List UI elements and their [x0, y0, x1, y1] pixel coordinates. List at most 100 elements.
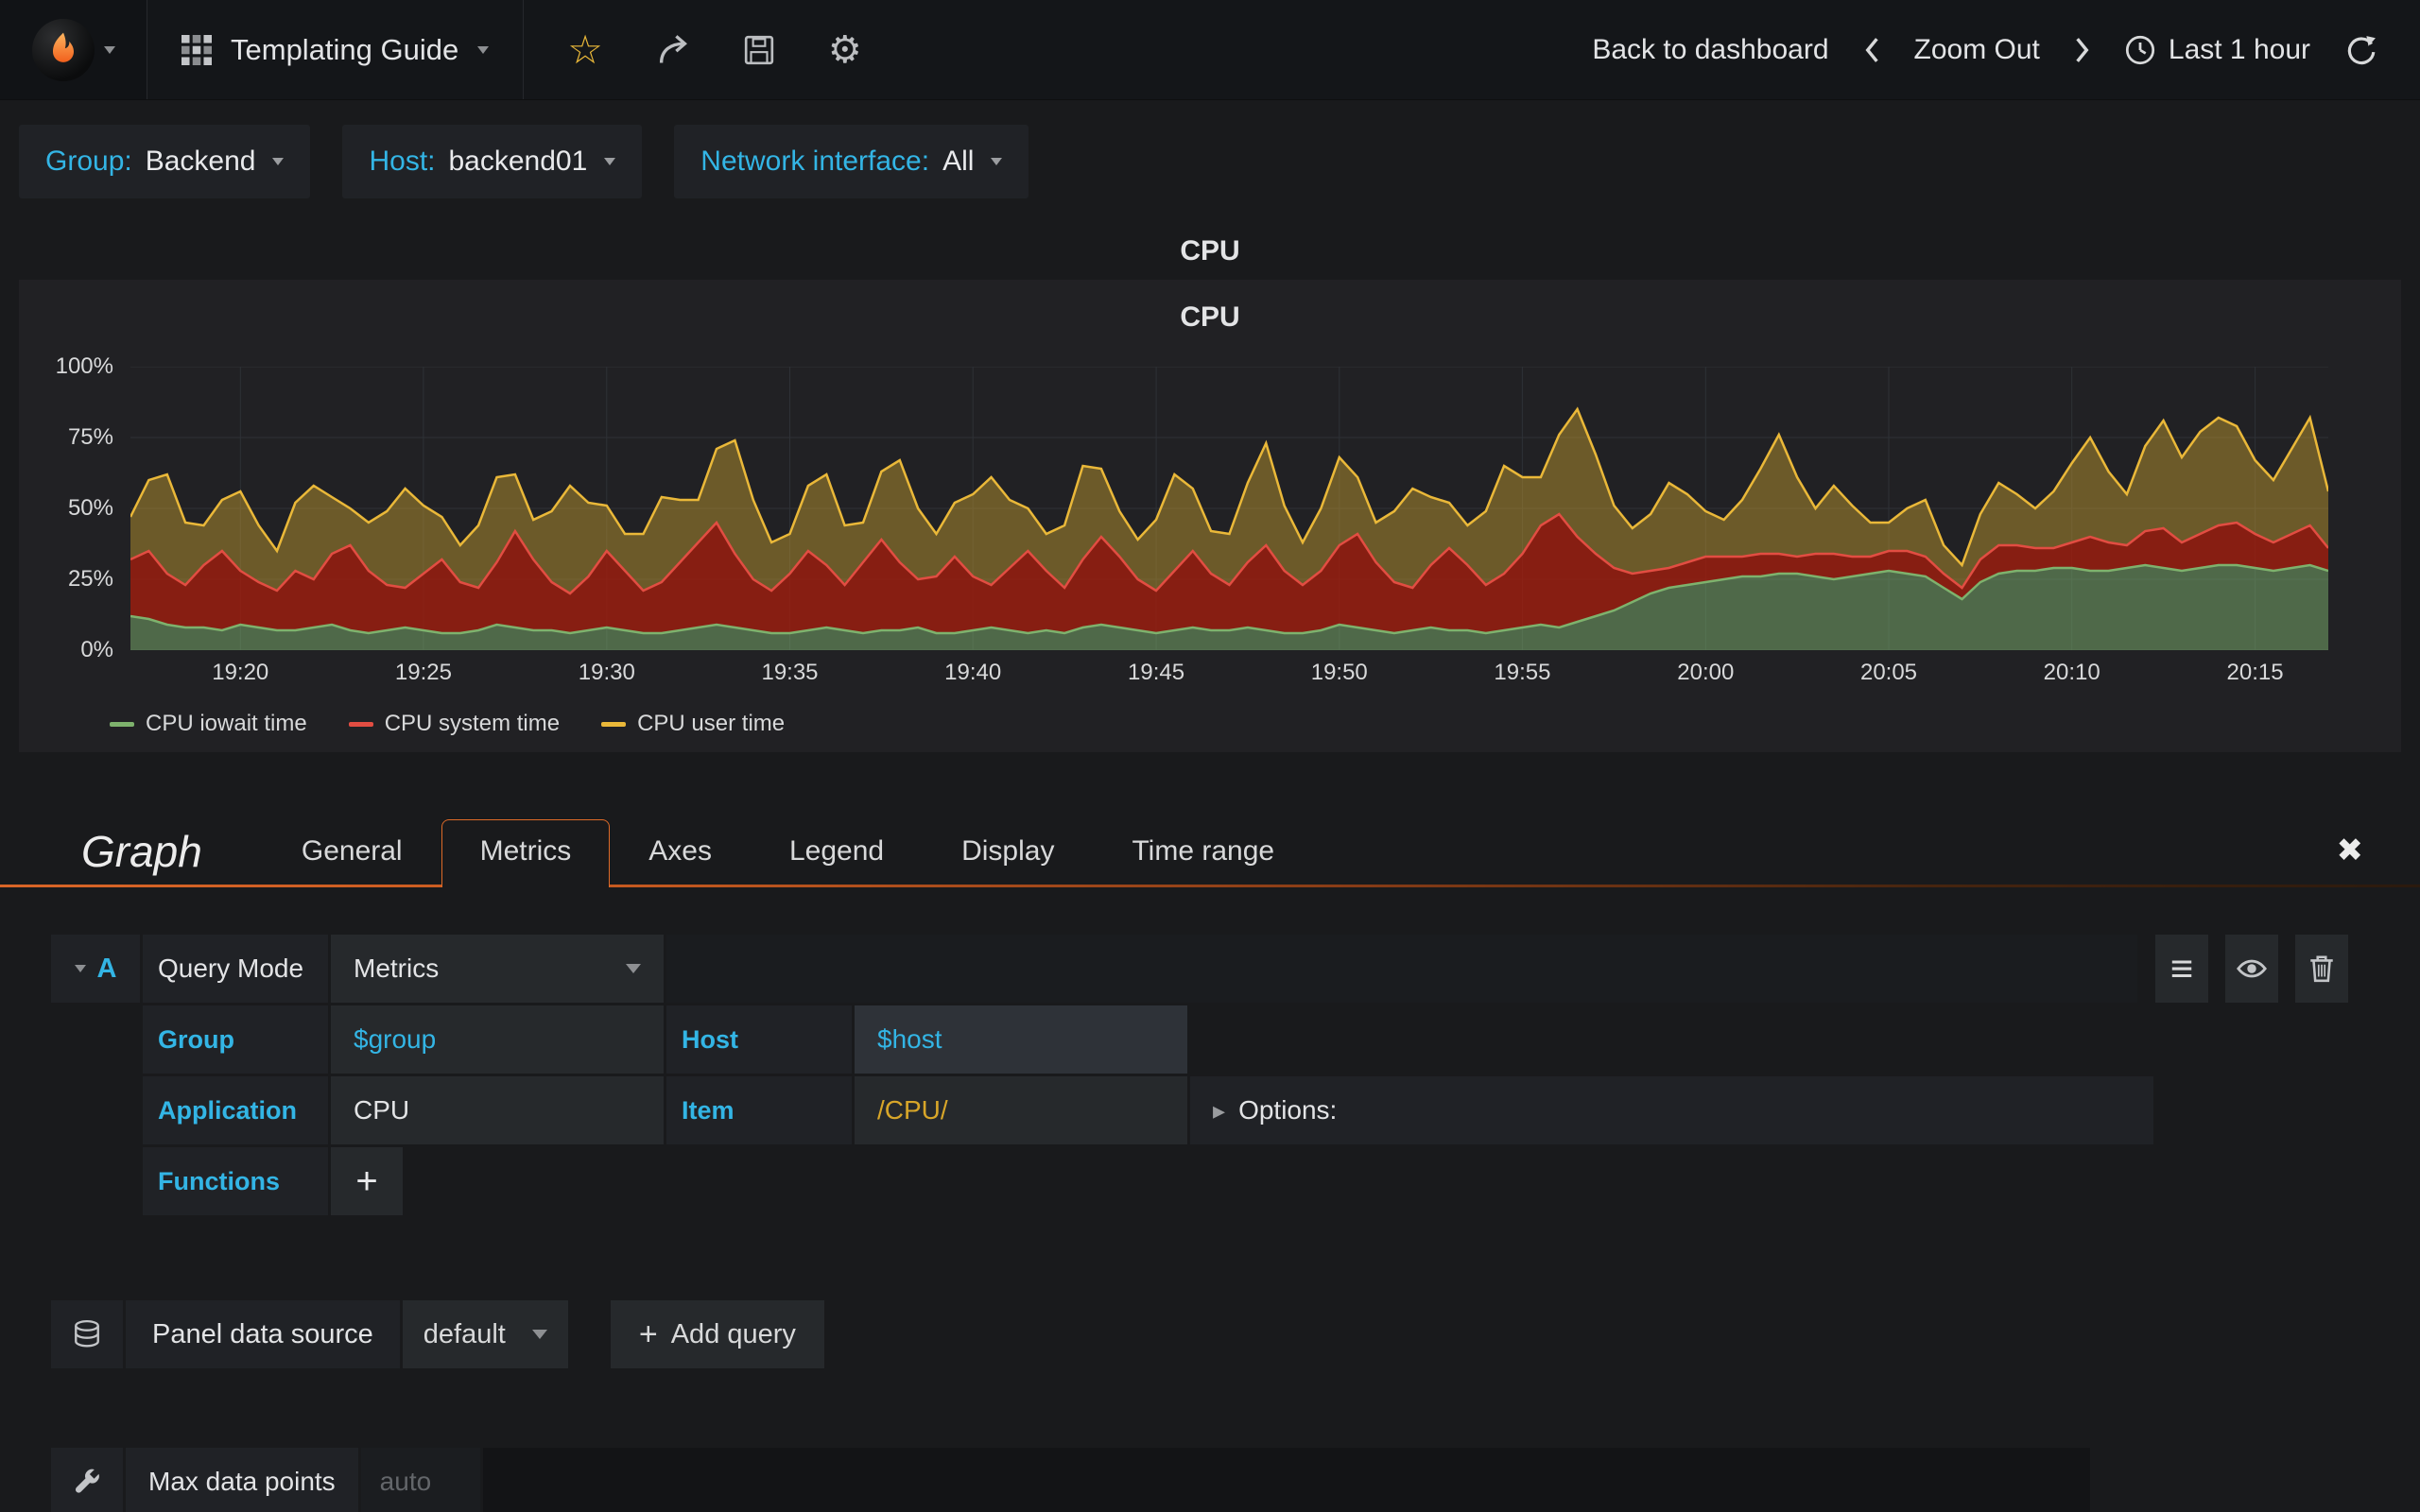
legend-color-dash	[348, 721, 373, 727]
editor-header: Graph General Metrics Axes Legend Displa…	[0, 805, 2420, 887]
tab-axes[interactable]: Axes	[610, 819, 751, 885]
x-axis-tick: 20:10	[2043, 660, 2100, 685]
chevron-left-icon[interactable]	[1863, 36, 1880, 64]
tab-time-range[interactable]: Time range	[1093, 819, 1313, 885]
variable-value: All	[942, 146, 975, 177]
query-row-a: A Query Mode Metrics ≡	[51, 935, 2348, 1003]
max-data-points-spacer	[482, 1448, 2090, 1512]
star-button[interactable]: ☆	[567, 29, 603, 70]
query-toggle-visibility-button[interactable]	[2225, 935, 2278, 1003]
close-editor-button[interactable]: ✖	[2337, 832, 2364, 885]
legend-label: CPU user time	[637, 711, 786, 736]
query-mode-select[interactable]: Metrics	[331, 935, 664, 1003]
collapse-caret-icon	[74, 965, 86, 972]
row-indent	[51, 1005, 140, 1074]
navbar-right: Back to dashboard Zoom Out Last 1 hour	[1592, 0, 2420, 99]
tab-general[interactable]: General	[263, 819, 441, 885]
chevron-down-icon	[272, 158, 285, 165]
query-mode-value: Metrics	[354, 954, 440, 983]
query-row-application-item: Application CPU Item /CPU/ ▸ Options:	[51, 1076, 2348, 1144]
tab-legend[interactable]: Legend	[751, 819, 923, 885]
legend-item-system[interactable]: CPU system time	[348, 711, 560, 737]
datasource-label: Panel data source	[126, 1300, 400, 1368]
x-axis-tick: 19:30	[578, 660, 635, 685]
variable-network-interface[interactable]: Network interface: All	[674, 125, 1029, 198]
save-button[interactable]	[743, 34, 775, 66]
back-to-dashboard-button[interactable]: Back to dashboard	[1592, 34, 1828, 66]
y-axis-tick: 0%	[80, 637, 113, 662]
share-button[interactable]	[656, 33, 690, 67]
functions-label: Functions	[143, 1147, 328, 1215]
logo-dropdown-caret-icon	[103, 45, 115, 54]
grafana-logo-menu[interactable]	[0, 0, 147, 99]
x-axis-tick: 20:00	[1677, 660, 1735, 685]
x-axis-tick: 19:55	[1494, 660, 1551, 685]
row-indent	[51, 1147, 140, 1215]
refresh-button[interactable]	[2344, 34, 2377, 66]
cpu-graph[interactable]: 100% 75% 50% 25% 0% 19:20 19:25 19:30 19:35…	[56, 353, 2328, 685]
max-data-points-label: Max data points	[126, 1448, 358, 1512]
legend-item-iowait[interactable]: CPU iowait time	[110, 711, 307, 737]
query-actions: ≡	[2155, 935, 2348, 1003]
tab-underline	[0, 885, 2420, 887]
datasource-select[interactable]: default	[402, 1300, 568, 1368]
variable-label: Group:	[45, 146, 132, 177]
chevron-down-icon	[991, 158, 1003, 165]
wrench-icon-box	[51, 1448, 123, 1512]
chevron-down-icon	[626, 964, 641, 973]
time-range-picker[interactable]: Last 1 hour	[2125, 34, 2310, 66]
panel-type-title: Graph	[81, 827, 202, 876]
application-label: Application	[143, 1076, 328, 1144]
add-query-button[interactable]: + Add query	[610, 1300, 824, 1368]
plus-icon: +	[638, 1315, 658, 1352]
query-row-group-host: Group $group Host $host	[51, 1005, 2348, 1074]
panel-title[interactable]: CPU	[0, 229, 2420, 274]
wrench-icon	[75, 1469, 99, 1493]
datasource-value: default	[423, 1318, 506, 1349]
add-function-button[interactable]: +	[331, 1147, 403, 1215]
editor-tabs: General Metrics Axes Legend Display Time…	[263, 819, 1313, 887]
x-axis: 19:20 19:25 19:30 19:35 19:40 19:45 19:50 19:55…	[130, 660, 2328, 701]
variable-host[interactable]: Host: backend01	[342, 125, 643, 198]
add-query-label: Add query	[670, 1318, 796, 1349]
query-row-spacer	[666, 935, 2137, 1003]
grafana-logo	[31, 18, 95, 81]
settings-button[interactable]: ⚙	[828, 31, 862, 69]
options-label: Options:	[1238, 1095, 1338, 1125]
legend-color-dash	[601, 721, 627, 727]
top-navbar: Templating Guide ☆ ⚙ Back to dashboard Z…	[0, 0, 2420, 100]
item-value-field[interactable]: /CPU/	[855, 1076, 1187, 1144]
x-axis-tick: 19:20	[212, 660, 269, 685]
dashboard-grid-icon	[182, 34, 212, 65]
zoom-out-button[interactable]: Zoom Out	[1914, 34, 2040, 66]
variable-value: backend01	[448, 146, 588, 177]
row-indent	[51, 1076, 140, 1144]
x-axis-tick: 19:40	[944, 660, 1002, 685]
chart-legend: CPU iowait time CPU system time CPU user…	[110, 711, 2401, 737]
legend-color-dash	[110, 721, 134, 727]
variable-group[interactable]: Group: Backend	[19, 125, 311, 198]
x-axis-tick: 19:50	[1310, 660, 1368, 685]
max-data-points-input[interactable]	[360, 1448, 480, 1512]
options-toggle[interactable]: ▸ Options:	[1190, 1076, 2153, 1144]
cpu-graph-panel: CPU 100% 75% 50% 25% 0% 19:20 19:25 19:30 1…	[19, 280, 2401, 752]
tab-display[interactable]: Display	[923, 819, 1093, 885]
y-axis-tick: 100%	[55, 353, 113, 379]
query-menu-button[interactable]: ≡	[2155, 935, 2208, 1003]
panel-editor: Graph General Metrics Axes Legend Displa…	[0, 805, 2420, 1512]
host-value-field[interactable]: $host	[855, 1005, 1187, 1074]
chevron-right-icon[interactable]	[2074, 36, 2091, 64]
query-delete-button[interactable]	[2295, 935, 2348, 1003]
dashboard-title-menu[interactable]: Templating Guide	[147, 0, 525, 99]
datasource-icon-box	[51, 1300, 123, 1368]
x-axis-tick: 20:05	[1859, 660, 1918, 685]
application-value-field[interactable]: CPU	[331, 1076, 664, 1144]
hamburger-icon: ≡	[2169, 946, 2194, 990]
group-value-field[interactable]: $group	[331, 1005, 664, 1074]
y-axis-tick: 25%	[67, 566, 113, 592]
legend-item-user[interactable]: CPU user time	[601, 711, 785, 737]
query-ref-toggle[interactable]: A	[51, 935, 140, 1003]
navbar-actions: ☆ ⚙	[524, 0, 862, 99]
datasource-row: Panel data source default + Add query	[51, 1300, 2420, 1368]
tab-metrics[interactable]: Metrics	[441, 819, 611, 887]
